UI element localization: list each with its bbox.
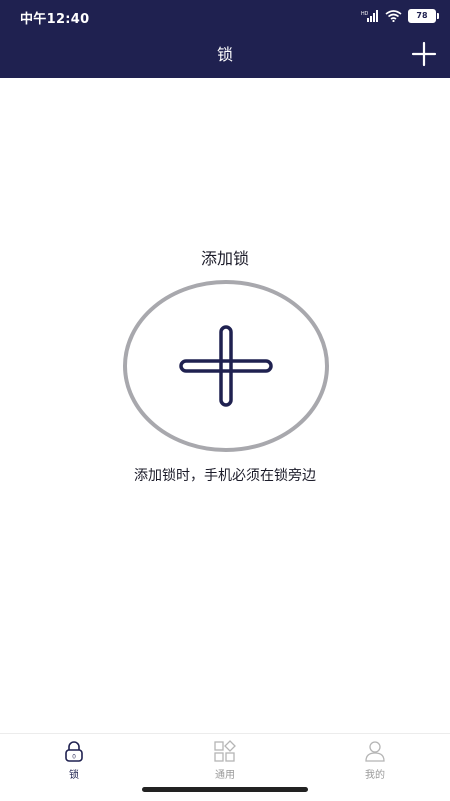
- battery-icon: 78: [408, 9, 439, 23]
- plus-icon: [411, 41, 437, 67]
- home-indicator: [142, 787, 308, 792]
- tab-label-lock: 锁: [69, 770, 79, 781]
- status-time: 中午12:40: [20, 12, 90, 27]
- svg-text:0: 0: [72, 755, 76, 761]
- add-lock-title: 添加锁: [200, 249, 249, 268]
- status-icons: HD 78: [361, 7, 439, 26]
- tab-label-mine: 我的: [365, 770, 385, 781]
- add-lock-hint: 添加锁时，手机必须在锁旁边: [134, 468, 316, 484]
- network-label: HD: [361, 11, 369, 17]
- person-icon: [365, 741, 385, 762]
- lock-icon: 0: [65, 741, 83, 762]
- signal-icon: HD: [361, 7, 379, 26]
- add-lock-button[interactable]: [123, 280, 329, 452]
- wifi-icon: [385, 7, 402, 26]
- tab-label-general: 通用: [215, 770, 235, 781]
- tab-lock[interactable]: 0 锁: [29, 738, 119, 784]
- tab-mine[interactable]: 我的: [330, 738, 420, 784]
- tab-general[interactable]: 通用: [180, 738, 270, 784]
- add-button[interactable]: [410, 40, 438, 68]
- plus-icon: [179, 325, 273, 407]
- grid-icon: [214, 740, 236, 762]
- app-header: 中午12:40 HD 78 锁: [0, 0, 450, 78]
- page-title: 锁: [216, 45, 233, 64]
